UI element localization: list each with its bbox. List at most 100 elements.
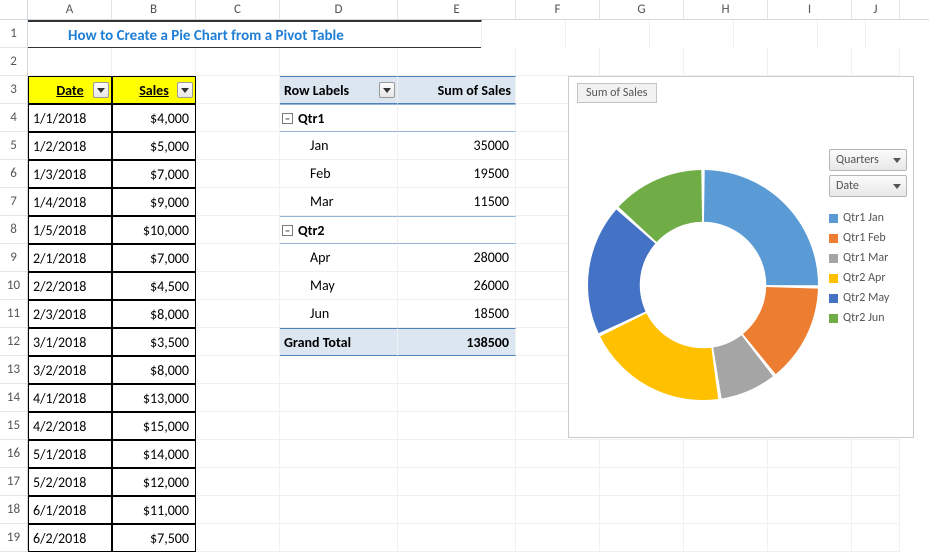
cell[interactable] [818, 20, 866, 48]
cell[interactable] [768, 496, 852, 524]
pivot-grand-total-value[interactable]: 138500 [398, 328, 516, 356]
row-header[interactable]: 17 [0, 468, 28, 496]
data-cell-date[interactable]: 5/2/2018 [28, 468, 112, 496]
data-cell-sales[interactable]: $7,000 [112, 160, 196, 188]
pivot-rowlabels-header[interactable]: Row Labels [280, 76, 398, 104]
row-header[interactable]: 13 [0, 356, 28, 384]
cell[interactable] [196, 244, 280, 272]
cell[interactable] [398, 48, 516, 76]
cell[interactable]: 18500 [398, 300, 516, 328]
data-cell-sales[interactable]: $4,500 [112, 272, 196, 300]
cell[interactable] [516, 48, 600, 76]
col-header-J[interactable]: J [852, 0, 900, 19]
cell[interactable] [768, 48, 852, 76]
cell[interactable] [684, 524, 768, 552]
data-cell-date[interactable]: 4/2/2018 [28, 412, 112, 440]
cell[interactable] [600, 48, 684, 76]
cell[interactable]: May [280, 272, 398, 300]
cell[interactable] [398, 496, 516, 524]
col-header-D[interactable]: D [280, 0, 398, 19]
col-header-A[interactable]: A [28, 0, 112, 19]
data-cell-date[interactable]: 3/1/2018 [28, 328, 112, 356]
cell[interactable] [398, 524, 516, 552]
col-header-E[interactable]: E [398, 0, 516, 19]
col-header-H[interactable]: H [684, 0, 768, 19]
row-header[interactable]: 2 [0, 48, 28, 76]
col-header-G[interactable]: G [600, 0, 684, 19]
cell[interactable] [852, 524, 900, 552]
row-header[interactable]: 18 [0, 496, 28, 524]
cell[interactable] [280, 356, 398, 384]
data-cell-date[interactable]: 2/1/2018 [28, 244, 112, 272]
cell[interactable] [516, 468, 600, 496]
cell[interactable] [196, 328, 280, 356]
row-header[interactable]: 12 [0, 328, 28, 356]
cell[interactable]: Feb [280, 160, 398, 188]
data-cell-sales[interactable]: $4,000 [112, 104, 196, 132]
cell[interactable] [196, 440, 280, 468]
cell[interactable] [280, 384, 398, 412]
cell[interactable] [196, 76, 280, 104]
cell[interactable] [516, 524, 600, 552]
cell[interactable] [112, 48, 196, 76]
row-header[interactable]: 16 [0, 440, 28, 468]
cell[interactable]: 26000 [398, 272, 516, 300]
field-button-date[interactable]: Date [829, 175, 907, 197]
cell[interactable]: 11500 [398, 188, 516, 216]
filter-button[interactable] [177, 82, 193, 98]
cell[interactable] [398, 356, 516, 384]
data-cell-date[interactable]: 5/1/2018 [28, 440, 112, 468]
pivot-value-header[interactable]: Sum of Sales [398, 76, 516, 104]
cell[interactable] [852, 48, 900, 76]
cell[interactable] [196, 300, 280, 328]
data-cell-sales[interactable]: $8,000 [112, 300, 196, 328]
cell[interactable] [398, 468, 516, 496]
row-header[interactable]: 4 [0, 104, 28, 132]
col-header-I[interactable]: I [768, 0, 852, 19]
cell[interactable] [516, 496, 600, 524]
cell[interactable] [280, 48, 398, 76]
cell[interactable] [398, 384, 516, 412]
page-title[interactable]: How to Create a Pie Chart from a Pivot T… [28, 20, 482, 48]
collapse-icon[interactable]: − [282, 113, 293, 124]
cell[interactable] [650, 20, 734, 48]
data-cell-date[interactable]: 2/3/2018 [28, 300, 112, 328]
cell[interactable] [280, 440, 398, 468]
cell[interactable] [280, 412, 398, 440]
cell[interactable]: Mar [280, 188, 398, 216]
data-cell-sales[interactable]: $14,000 [112, 440, 196, 468]
cell[interactable] [600, 468, 684, 496]
cell[interactable] [768, 440, 852, 468]
row-header[interactable]: 10 [0, 272, 28, 300]
data-cell-date[interactable]: 1/5/2018 [28, 216, 112, 244]
cell[interactable] [684, 496, 768, 524]
data-cell-sales[interactable]: $7,000 [112, 244, 196, 272]
col-header-B[interactable]: B [112, 0, 196, 19]
row-header[interactable]: 19 [0, 524, 28, 552]
cell[interactable] [398, 440, 516, 468]
data-cell-sales[interactable]: $13,000 [112, 384, 196, 412]
cell[interactable] [482, 20, 566, 48]
data-cell-sales[interactable]: $9,000 [112, 188, 196, 216]
data-cell-date[interactable]: 4/1/2018 [28, 384, 112, 412]
cell[interactable] [196, 384, 280, 412]
cell[interactable] [280, 468, 398, 496]
data-cell-sales[interactable]: $7,500 [112, 524, 196, 552]
cell[interactable] [768, 524, 852, 552]
cell[interactable] [516, 440, 600, 468]
cell[interactable] [566, 20, 650, 48]
select-all-corner[interactable] [0, 0, 28, 19]
row-header[interactable]: 11 [0, 300, 28, 328]
cell[interactable]: 35000 [398, 132, 516, 160]
cell[interactable] [852, 468, 900, 496]
data-cell-date[interactable]: 1/1/2018 [28, 104, 112, 132]
data-cell-sales[interactable]: $5,000 [112, 132, 196, 160]
cell[interactable] [600, 496, 684, 524]
row-header[interactable]: 9 [0, 244, 28, 272]
data-cell-sales[interactable]: $12,000 [112, 468, 196, 496]
col-header-C[interactable]: C [196, 0, 280, 19]
cell[interactable] [196, 132, 280, 160]
cell[interactable] [684, 468, 768, 496]
donut-slice[interactable] [704, 170, 818, 285]
cell[interactable] [196, 48, 280, 76]
